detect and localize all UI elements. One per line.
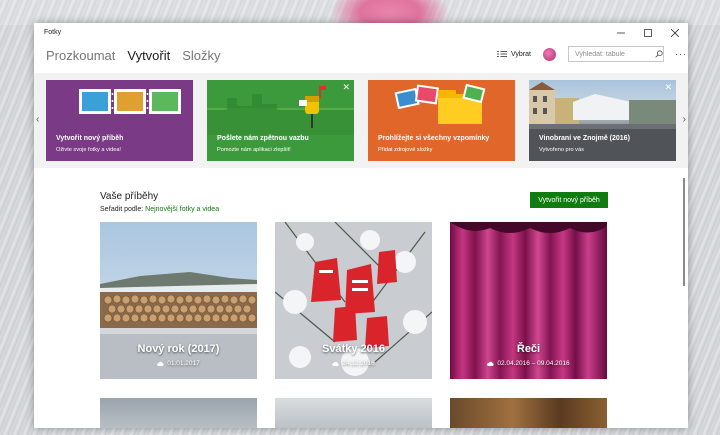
banner-card-new-story[interactable]: Vytvořit nový příběh Oživte svoje fotky …	[46, 80, 193, 161]
filmstrip-illustration	[79, 89, 181, 114]
story-tile[interactable]: Řeči 02.04.2016 – 09.04.2016	[450, 222, 607, 379]
close-icon[interactable]: ✕	[664, 82, 672, 93]
section-title: Vaše příběhy	[100, 191, 159, 202]
story-date-line: 24.12.2016	[275, 360, 432, 367]
banner-card-subtitle: Přidat zdrojové složky	[378, 147, 433, 153]
search-icon[interactable]	[655, 50, 663, 58]
story-date: 24.12.2016	[342, 360, 375, 367]
christmas-photo	[275, 222, 432, 379]
minimize-icon	[616, 32, 625, 33]
window-title: Fotky	[44, 29, 62, 36]
story-name: Nový rok (2017)	[137, 343, 220, 355]
search-box[interactable]	[568, 46, 664, 62]
title-bar: Fotky	[34, 23, 688, 42]
story-date-line: 01.01.2017	[100, 360, 257, 367]
story-name: Řeči	[516, 343, 541, 355]
chevron-left-icon[interactable]: ‹	[36, 114, 39, 125]
story-tile-partial[interactable]	[450, 398, 607, 428]
tab-explore[interactable]: Prozkoumat	[46, 48, 115, 63]
cloud-icon	[487, 361, 494, 366]
create-story-button[interactable]: Vytvořit nový příběh	[530, 192, 608, 208]
logs-photo	[100, 222, 257, 379]
select-label: Vybrat	[511, 50, 531, 58]
banner-card-title: Pošlete nám zpětnou vazbu	[217, 135, 309, 142]
minimize-button[interactable]	[607, 23, 634, 42]
tab-folders[interactable]: Složky	[182, 48, 220, 63]
banner-card-subtitle: Vytvořeno pro vás	[539, 147, 584, 153]
banner-card-subtitle: Oživte svoje fotky a videa!	[56, 147, 121, 153]
banner-card-subtitle: Pomozte nám aplikaci zlepšit!	[217, 147, 291, 153]
tab-create[interactable]: Vytvořit	[127, 48, 170, 63]
story-tile-partial[interactable]	[275, 398, 432, 428]
maximize-icon	[643, 28, 652, 37]
story-name: Svátky 2016	[322, 343, 385, 355]
select-button[interactable]: Vybrat	[497, 50, 531, 58]
sort-dropdown[interactable]: Nejnovější fotky a videa	[145, 206, 219, 213]
story-tile[interactable]: Nový rok (2017) 01.01.2017	[100, 222, 257, 379]
curtain-photo	[450, 222, 607, 379]
stories-section: Vaše příběhy Seřadit podle: Nejnovější f…	[34, 168, 688, 428]
sort-line: Seřadit podle: Nejnovější fotky a videa	[100, 206, 219, 213]
banner-card-feedback[interactable]: ✕ Pošlete nám zpětnou vazbu Pomozte nám …	[207, 80, 354, 161]
banner-card-title: Prohlížejte si všechny vzpomínky	[378, 135, 490, 142]
cloud-icon	[157, 361, 164, 366]
chevron-right-icon[interactable]: ›	[683, 114, 686, 125]
banner-card-vinobrani[interactable]: ✕ Vinobraní ve Znojmě (2016) Vytvořeno p…	[529, 80, 676, 161]
close-button[interactable]	[661, 23, 688, 42]
close-icon	[670, 28, 679, 37]
banner-card-title: Vytvořit nový příběh	[56, 135, 124, 142]
photos-app-window: Fotky Prozkoumat Vytvořit Složky Vybrat …	[34, 23, 688, 428]
cloud-icon	[332, 361, 339, 366]
story-date: 02.04.2016 – 09.04.2016	[497, 360, 570, 367]
mailbox-illustration	[207, 86, 354, 135]
maximize-button[interactable]	[634, 23, 661, 42]
story-date: 01.01.2017	[167, 360, 200, 367]
story-tile-partial[interactable]	[100, 398, 257, 428]
close-icon[interactable]: ✕	[342, 82, 350, 93]
avatar[interactable]	[543, 47, 556, 61]
select-list-icon	[497, 51, 508, 57]
search-input[interactable]	[569, 50, 655, 58]
banner-card-title: Vinobraní ve Znojmě (2016)	[539, 135, 630, 142]
banner-card-memories[interactable]: Prohlížejte si všechny vzpomínky Přidat …	[368, 80, 515, 161]
nav-bar: Prozkoumat Vytvořit Složky Vybrat ···	[34, 42, 688, 73]
more-options-icon[interactable]: ···	[674, 49, 688, 59]
scrollbar[interactable]	[683, 178, 685, 286]
suggestion-banner: ‹ Vytvořit nový příběh Oživte svoje fotk…	[34, 73, 688, 168]
story-tile[interactable]: Svátky 2016 24.12.2016	[275, 222, 432, 379]
story-date-line: 02.04.2016 – 09.04.2016	[450, 360, 607, 367]
folder-photos-illustration	[394, 83, 486, 124]
sort-label: Seřadit podle:	[100, 206, 144, 213]
